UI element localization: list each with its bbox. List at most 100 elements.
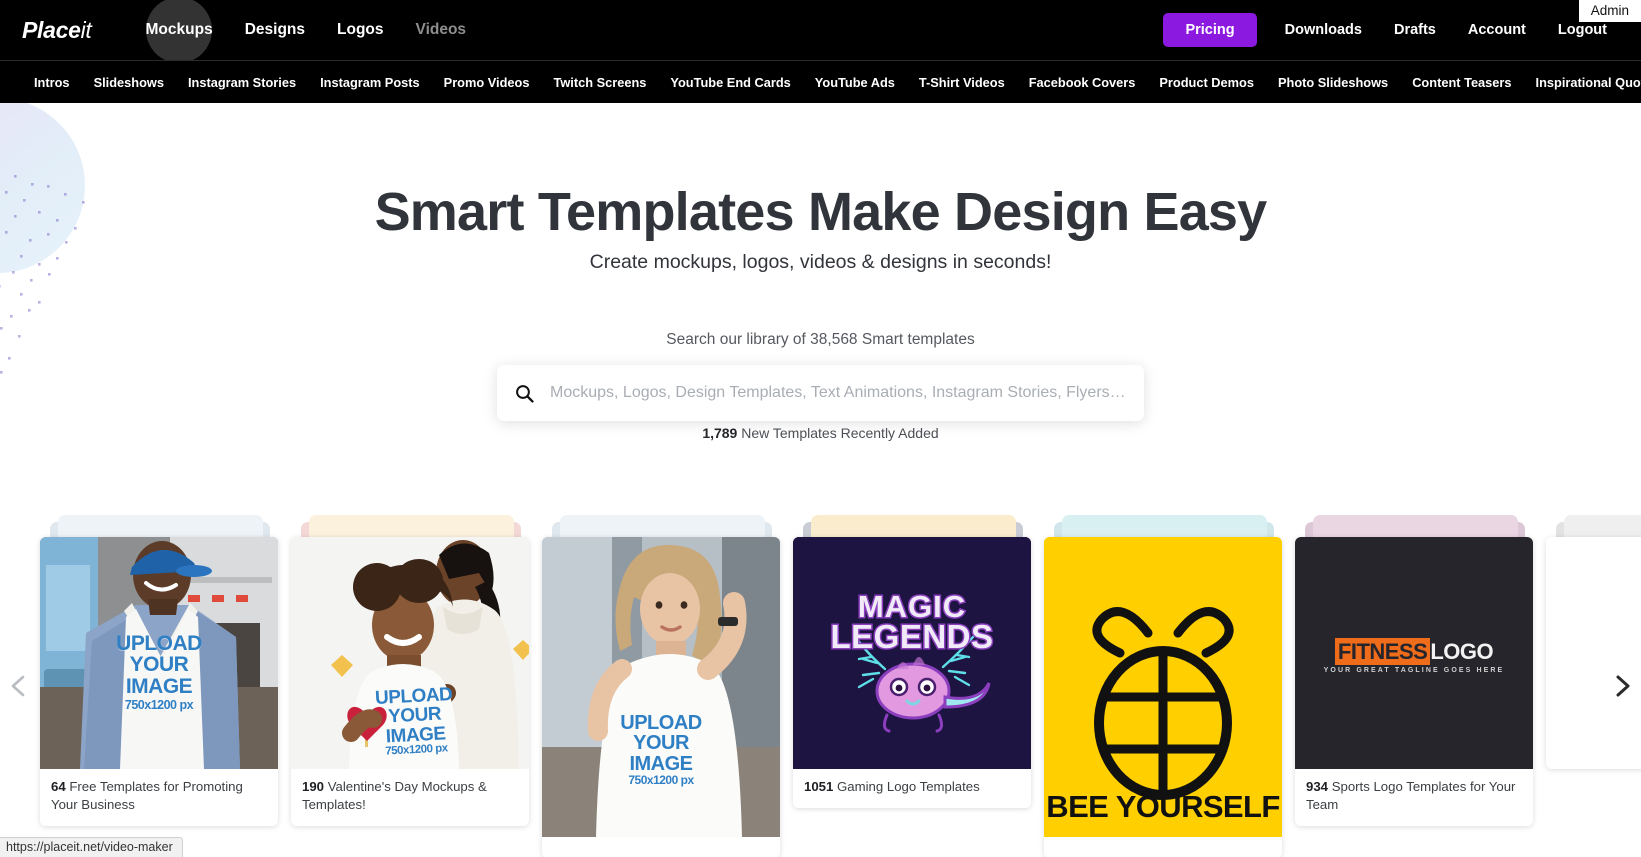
nav-item-downloads[interactable]: Downloads [1269, 14, 1378, 46]
logo-accent-text: it [80, 16, 92, 43]
nav-item-account[interactable]: Account [1452, 14, 1542, 46]
card-caption: 1051 Gaming Logo Templates [793, 769, 1031, 808]
tee-size-text: 750x1200 px [124, 698, 194, 713]
category-subnav: Intros Slideshows Instagram Stories Inst… [0, 60, 1641, 103]
admin-badge: Admin [1578, 0, 1641, 22]
search-caption: Search our library of 38,568 Smart templ… [666, 331, 975, 348]
nav-item-logos[interactable]: Logos [321, 13, 400, 47]
logo-text-block: FITNESS LOGO YOUR GREAT TAGLINE GOES HERE [1295, 638, 1533, 674]
subnav-item-product-demos[interactable]: Product Demos [1147, 69, 1266, 96]
nav-item-mockups[interactable]: Mockups [130, 13, 229, 47]
subnav-item-youtube-end-cards[interactable]: YouTube End Cards [658, 69, 802, 96]
carousel-item[interactable]: UPLOAD YOUR IMAGE 750x1200 px [542, 515, 780, 857]
carousel-item[interactable]: BEE YOURSELF [1044, 515, 1282, 857]
carousel-item[interactable]: UPLOAD YOUR IMAGE 750x1200 px 64 Free Te… [40, 515, 278, 857]
card-thumbnail [1546, 537, 1641, 769]
carousel-next-button[interactable] [1609, 673, 1635, 699]
card-caption: 934 Sports Logo Templates for Your Team [1295, 769, 1533, 826]
pricing-button[interactable]: Pricing [1163, 13, 1257, 47]
tee-line-2: YOUR [129, 653, 189, 677]
new-templates-count: 1,789 [702, 425, 738, 441]
logo-text: BEE YOURSELF [1046, 789, 1280, 824]
card-count: 190 [302, 779, 325, 794]
logo-line-2: LEGENDS [829, 617, 995, 657]
template-card[interactable] [1546, 537, 1641, 769]
tshirt-woman-street-photo [542, 537, 780, 837]
subnav-item-youtube-ads[interactable]: YouTube Ads [803, 69, 907, 96]
template-card[interactable]: UPLOAD YOUR IMAGE 750x1200 px [542, 537, 780, 857]
tee-size-text: 750x1200 px [628, 773, 694, 788]
card-title: Valentine's Day Mockups & Templates! [302, 779, 487, 812]
card-thumbnail: UPLOAD YOUR IMAGE 750x1200 px [542, 537, 780, 837]
subnav-item-intros[interactable]: Intros [22, 69, 82, 96]
card-caption: 64 Free Templates for Promoting Your Bus… [40, 769, 278, 826]
card-thumbnail: BEE YOURSELF [1044, 537, 1282, 837]
logo-text-block: MAGIC LEGENDS [793, 588, 1031, 657]
nav-label-videos: Videos [415, 21, 467, 38]
card-thumbnail: UPLOAD YOUR IMAGE 750x1200 px [40, 537, 278, 769]
carousel-item[interactable]: UPLOAD YOUR IMAGE 750x1200 px 190 Valent… [291, 515, 529, 857]
new-templates-text: New Templates Recently Added [741, 425, 939, 441]
search-bar[interactable] [497, 365, 1144, 421]
card-title: Sports Logo Templates for Your Team [1306, 779, 1516, 812]
chevron-right-icon [1616, 675, 1630, 697]
carousel-item[interactable]: MAGIC LEGENDS 1051 Gaming Logo Templates [793, 515, 1031, 857]
card-thumbnail: MAGIC LEGENDS [793, 537, 1031, 769]
tee-line-1: UPLOAD [116, 632, 202, 655]
primary-nav: Mockups Designs Logos Videos [130, 13, 483, 47]
template-card[interactable]: BEE YOURSELF [1044, 537, 1282, 857]
page-root: Placeit Mockups Designs Logos Videos Pri… [0, 0, 1641, 857]
tee-line-3: IMAGE [629, 752, 693, 775]
tee-upload-text: UPLOAD YOUR IMAGE 750x1200 px [374, 684, 455, 759]
subnav-item-tshirt-videos[interactable]: T-Shirt Videos [907, 69, 1017, 96]
search-icon [516, 384, 534, 403]
card-count: 934 [1306, 779, 1329, 794]
tee-upload-text: UPLOAD YOUR IMAGE 750x1200 px [620, 712, 702, 788]
subnav-item-inspirational-quotes[interactable]: Inspirational Quotes [1524, 69, 1641, 96]
template-card[interactable]: UPLOAD YOUR IMAGE 750x1200 px 190 Valent… [291, 537, 529, 826]
carousel-prev-button[interactable] [6, 673, 32, 699]
subnav-item-facebook-covers[interactable]: Facebook Covers [1017, 69, 1148, 96]
account-nav: Pricing Downloads Drafts Account Logout [1163, 13, 1623, 47]
subnav-item-twitch-screens[interactable]: Twitch Screens [541, 69, 658, 96]
template-card[interactable]: UPLOAD YOUR IMAGE 750x1200 px 64 Free Te… [40, 537, 278, 826]
subnav-item-promo-videos[interactable]: Promo Videos [432, 69, 542, 96]
subnav-item-instagram-stories[interactable]: Instagram Stories [176, 69, 308, 96]
subnav-item-content-teasers[interactable]: Content Teasers [1400, 69, 1523, 96]
card-title: Gaming Logo Templates [837, 779, 980, 794]
card-count: 1051 [804, 779, 834, 794]
carousel-track: UPLOAD YOUR IMAGE 750x1200 px 64 Free Te… [40, 515, 1641, 857]
template-card[interactable]: FITNESS LOGO YOUR GREAT TAGLINE GOES HERE… [1295, 537, 1533, 826]
nav-item-designs[interactable]: Designs [229, 13, 321, 47]
subnav-item-photo-slideshows[interactable]: Photo Slideshows [1266, 69, 1400, 96]
card-caption [1044, 837, 1282, 857]
subnav-item-instagram-posts[interactable]: Instagram Posts [308, 69, 432, 96]
card-thumbnail: UPLOAD YOUR IMAGE 750x1200 px [291, 537, 529, 769]
subnav-item-slideshows[interactable]: Slideshows [82, 69, 176, 96]
card-caption [542, 837, 780, 857]
tee-upload-text: UPLOAD YOUR IMAGE 750x1200 px [116, 633, 202, 712]
tee-line-1: UPLOAD [620, 712, 702, 734]
card-title: Free Templates for Promoting Your Busine… [51, 779, 243, 812]
top-navigation-bar: Placeit Mockups Designs Logos Videos Pri… [0, 0, 1641, 60]
logo-part-2: LOGO [1430, 639, 1494, 664]
search-input[interactable] [550, 384, 1126, 402]
nav-item-videos[interactable]: Videos [400, 13, 483, 47]
new-templates-label: 1,789 New Templates Recently Added [0, 425, 1641, 441]
logo-tagline: YOUR GREAT TAGLINE GOES HERE [1323, 667, 1505, 674]
tee-line-3: IMAGE [125, 674, 193, 698]
template-card[interactable]: MAGIC LEGENDS 1051 Gaming Logo Templates [793, 537, 1031, 808]
template-carousel: UPLOAD YOUR IMAGE 750x1200 px 64 Free Te… [0, 515, 1641, 857]
logo-part-1: FITNESS [1334, 638, 1431, 665]
carousel-item[interactable]: FITNESS LOGO YOUR GREAT TAGLINE GOES HERE… [1295, 515, 1533, 857]
card-caption: 190 Valentine's Day Mockups & Templates! [291, 769, 529, 826]
nav-label-logos: Logos [337, 21, 384, 38]
page-title: Smart Templates Make Design Easy [374, 182, 1268, 242]
placeit-logo[interactable]: Placeit [22, 17, 92, 44]
nav-item-drafts[interactable]: Drafts [1378, 14, 1452, 46]
hero-subtitle: Create mockups, logos, videos & designs … [589, 251, 1052, 273]
nav-label-designs: Designs [244, 21, 306, 38]
nav-label-mockups: Mockups [145, 21, 213, 38]
chevron-left-icon [11, 675, 25, 697]
card-count: 64 [51, 779, 66, 794]
